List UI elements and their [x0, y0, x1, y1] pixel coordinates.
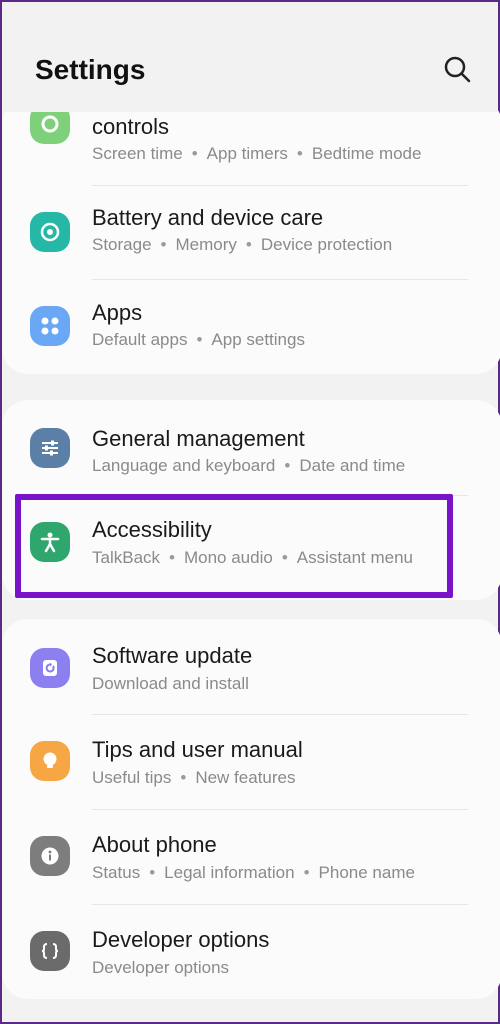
item-subtitle: Storage • Memory • Device protection [92, 235, 393, 254]
settings-card-2: General management Language and keyboard… [2, 400, 500, 600]
item-subtitle: Default apps • App settings [92, 330, 305, 349]
accessibility-icon [30, 522, 70, 562]
tips-icon [30, 741, 70, 781]
item-subtitle: TalkBack • Mono audio • Assistant menu [92, 548, 414, 567]
app-header: Settings [2, 2, 498, 112]
settings-item-battery-device-care[interactable]: Battery and device care Storage • Memory • D… [2, 186, 500, 281]
item-title: Apps [92, 300, 143, 325]
settings-item-software-update[interactable]: Software update Download and install [2, 619, 500, 714]
developer-options-icon [30, 931, 70, 971]
general-management-icon [30, 428, 70, 468]
item-subtitle: Developer options [92, 958, 230, 977]
settings-item-developer-options[interactable]: Developer options Developer options [2, 905, 500, 999]
settings-card-1: controls Screen time • App timers • Bedtime … [2, 98, 500, 374]
item-title: controls [92, 114, 170, 139]
settings-card-3: Software update Download and install Tip… [2, 619, 500, 999]
info-icon [30, 836, 70, 876]
item-title: Accessibility [92, 517, 212, 542]
page-title: Settings [35, 54, 146, 85]
item-subtitle: Status • Legal information • Phone name [92, 863, 415, 882]
settings-item-accessibility[interactable]: Accessibility TalkBack • Mono audio • Assist… [2, 496, 500, 591]
item-title: General management [92, 426, 305, 451]
item-title: About phone [92, 832, 217, 857]
settings-item-tips-user-manual[interactable]: Tips and user manual Useful tips • New fea… [2, 715, 500, 810]
item-subtitle: Screen time • App timers • Bedtime mode [92, 144, 422, 163]
device-care-icon [30, 212, 70, 252]
search-button[interactable] [440, 52, 474, 86]
item-title: Battery and device care [92, 205, 324, 230]
item-title: Developer options [92, 927, 270, 952]
search-icon [444, 56, 471, 83]
item-title: Tips and user manual [92, 737, 303, 762]
settings-item-about-phone[interactable]: About phone Status • Legal information • Pho… [2, 810, 500, 905]
software-update-icon [30, 648, 70, 688]
settings-item-digital-wellbeing[interactable]: controls Screen time • App timers • Bedtime … [2, 98, 500, 193]
settings-item-general-management[interactable]: General management Language and keyboard… [2, 400, 500, 495]
item-subtitle: Language and keyboard • Date and time [92, 456, 406, 475]
item-subtitle: Download and install [92, 674, 249, 693]
settings-item-apps[interactable]: Apps Default apps • App settings [2, 280, 500, 374]
item-title: Software update [92, 643, 253, 668]
item-subtitle: Useful tips • New features [92, 768, 296, 787]
apps-icon [30, 306, 70, 346]
